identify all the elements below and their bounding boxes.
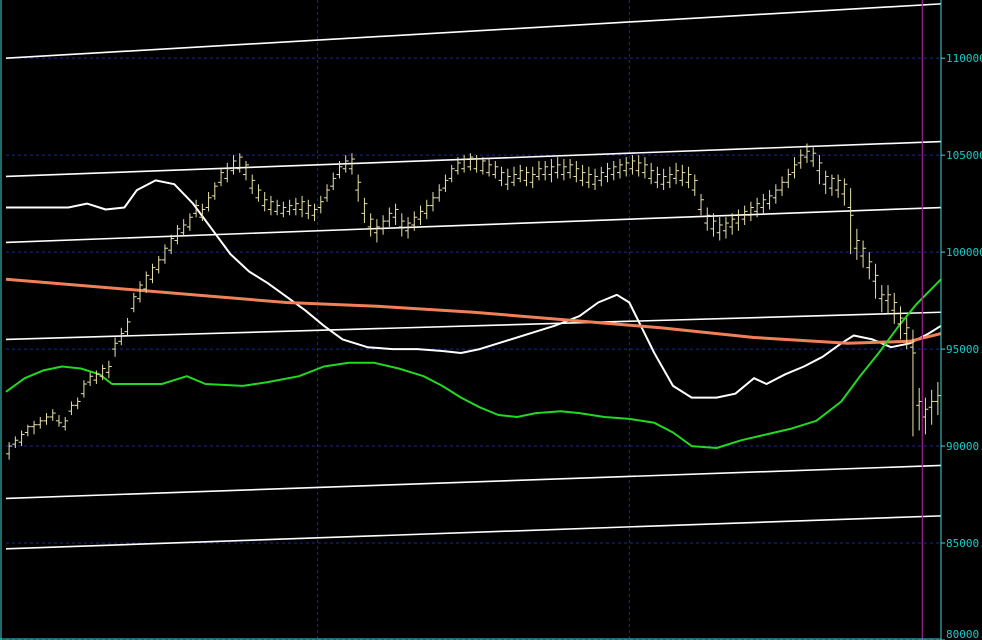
y-tick-label: 110000 <box>946 52 982 65</box>
y-tick-label: 85000. <box>946 537 982 550</box>
chart-container: 110000 105000 100000 95000. 90000. 85000. 8000… <box>0 0 982 640</box>
price-chart: 110000 105000 100000 95000. 90000. 85000. 8000… <box>0 0 982 640</box>
y-tick-label: 80000. <box>946 628 982 640</box>
y-tick-label: 100000 <box>946 246 982 259</box>
y-tick-label: 90000. <box>946 440 982 453</box>
y-tick-label: 105000 <box>946 149 982 162</box>
y-tick-label: 95000. <box>946 343 982 356</box>
